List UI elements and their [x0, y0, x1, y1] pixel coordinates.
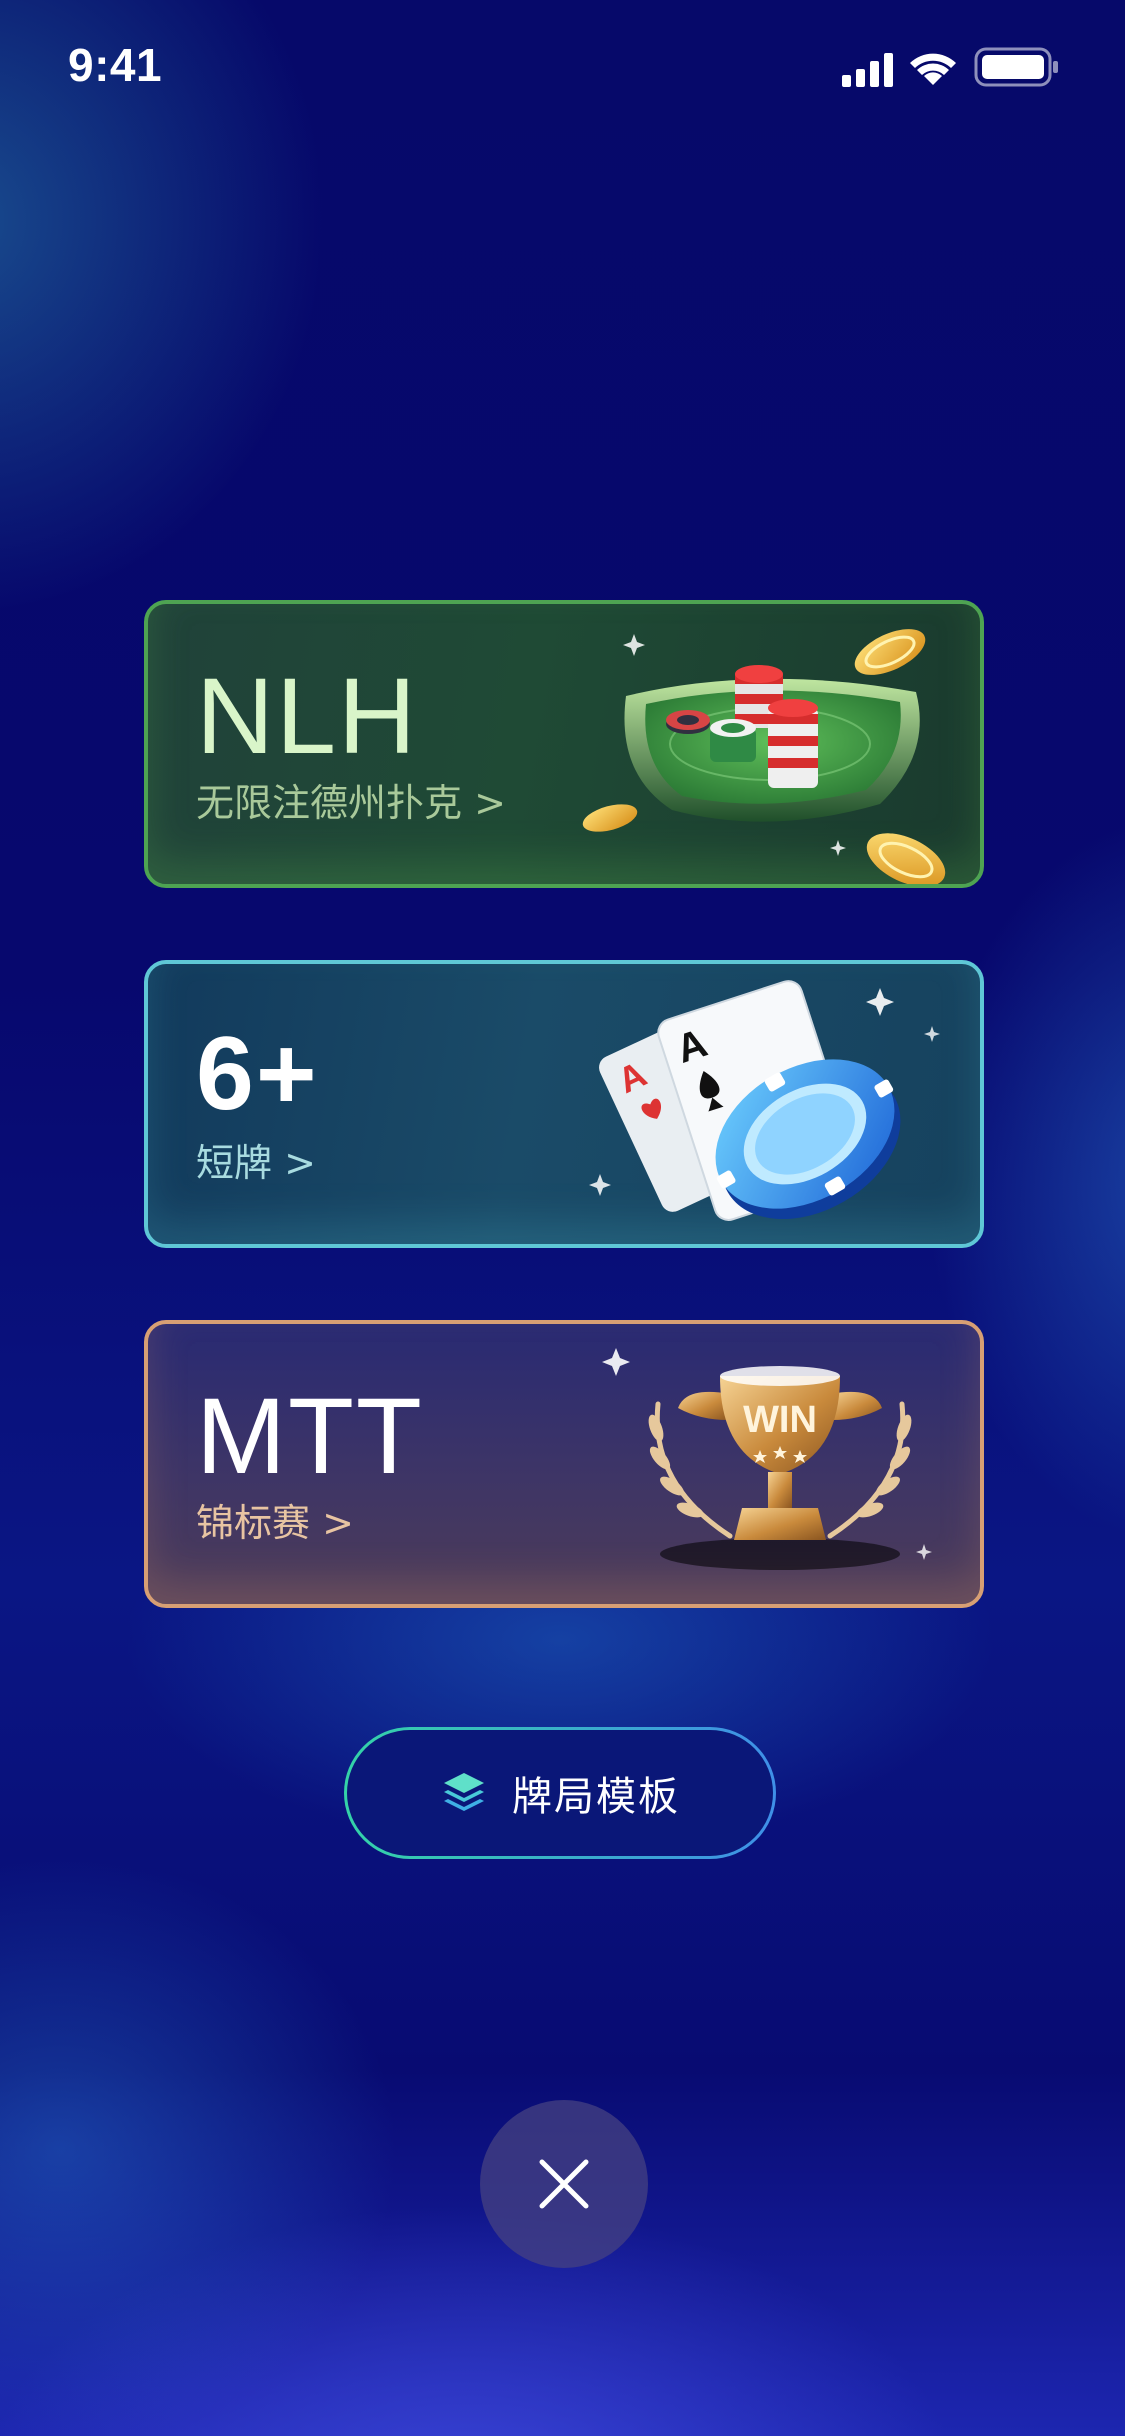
status-bar: 9:41 [0, 0, 1125, 135]
trophy-icon: WIN [602, 1348, 932, 1570]
status-icons [842, 47, 1058, 87]
signal-icon [842, 53, 893, 87]
status-time: 9:41 [68, 39, 163, 91]
wifi-icon [910, 53, 956, 85]
card-title-nlh: NLH [196, 655, 419, 776]
battery-icon [974, 47, 1058, 87]
tournament-card[interactable]: MTT 锦标赛 > WIN [144, 1320, 984, 1608]
card-subtitle-nlh: 无限注德州扑克 > [196, 781, 506, 825]
short-deck-card[interactable]: 6+ 短牌 > A A [144, 960, 984, 1248]
game-template-button[interactable]: 牌局模板 [344, 1727, 776, 1859]
card-title-6plus: 6+ [196, 1016, 319, 1132]
trophy-win-text: WIN [743, 1399, 817, 1441]
card-title-mtt: MTT [196, 1375, 424, 1496]
nlh-card[interactable]: NLH 无限注德州扑克 > [144, 600, 984, 888]
card-subtitle-6plus: 短牌 > [196, 1141, 316, 1185]
ace-cards-icon: A A [589, 980, 940, 1221]
close-icon [539, 2159, 589, 2209]
close-button[interactable] [480, 2100, 648, 2268]
layers-icon [444, 1773, 484, 1811]
card-subtitle-mtt: 锦标赛 > [196, 1501, 354, 1545]
template-button-label: 牌局模板 [512, 1774, 680, 1820]
poker-table-icon [582, 629, 946, 884]
